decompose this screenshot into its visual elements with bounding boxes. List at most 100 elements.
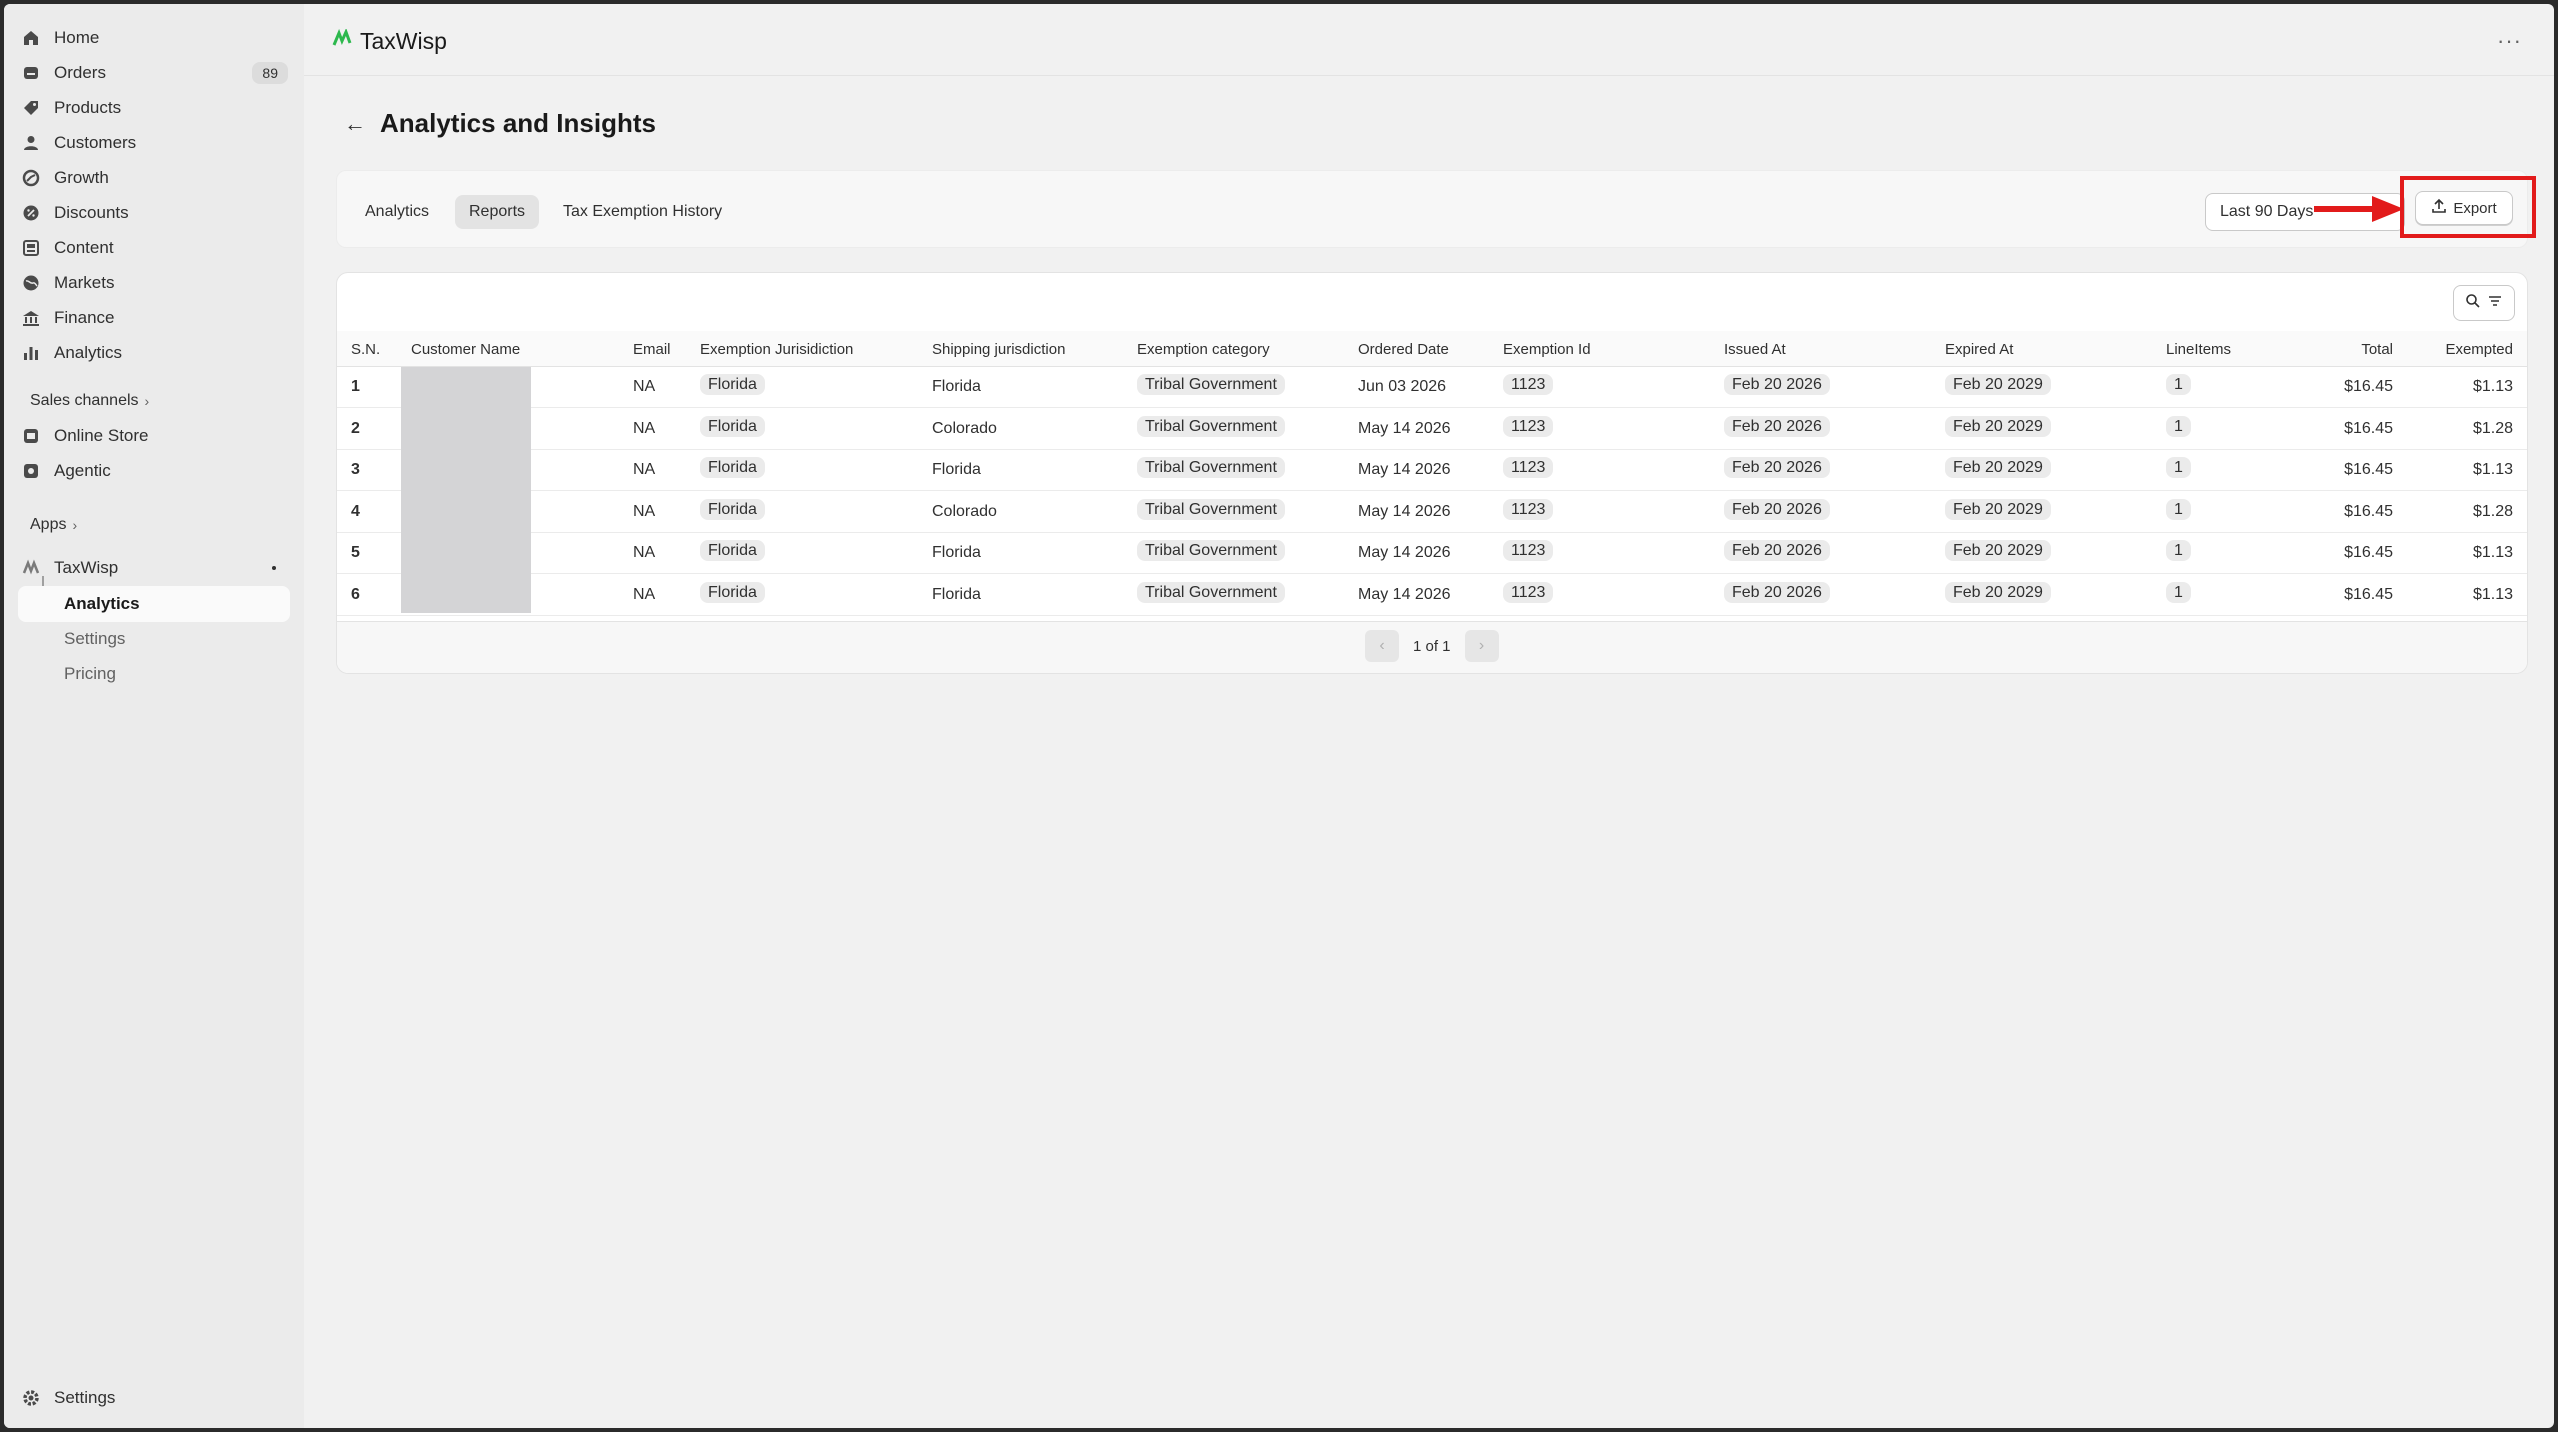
column-header[interactable]: Exemption Jurisidiction (700, 341, 853, 358)
cell-exempted: $1.28 (2472, 419, 2513, 437)
sidebar-item-taxwisp[interactable]: TaxWisp (22, 552, 294, 584)
column-header[interactable]: Exemption Id (1503, 341, 1591, 358)
table-row[interactable]: 3 NA Florida Florida Tribal Government May 14… (337, 450, 2527, 491)
badge: Feb 20 2029 (1945, 540, 2051, 561)
sidebar-item-label: Settings (54, 1388, 116, 1407)
badge: Feb 20 2026 (1724, 581, 1830, 603)
previous-page-button[interactable]: ‹ (1365, 630, 1399, 662)
cell-exemption-id: 1123 (1503, 581, 1554, 603)
sidebar-subitem-analytics[interactable]: Analytics (64, 594, 140, 614)
sidebar-item-discounts[interactable]: Discounts (22, 197, 294, 229)
badge: 1 (2166, 457, 2191, 478)
sidebar-item-label: Agentic (54, 461, 111, 480)
column-header[interactable]: Issued At (1724, 341, 1786, 358)
taxwisp-logo-icon (22, 559, 40, 577)
chevron-right-icon: › (144, 393, 150, 409)
sidebar-item-orders[interactable]: Orders 89 (22, 57, 294, 89)
cell-exemption-id: 1123 (1503, 415, 1554, 437)
app-window: Home Orders 89 Products Customers Growth… (4, 4, 2554, 1428)
column-header[interactable]: LineItems (2166, 341, 2231, 358)
chevron-left-icon: ‹ (1379, 637, 1385, 654)
sidebar-item-finance[interactable]: Finance (22, 302, 294, 334)
pagination-bar: ‹ 1 of 1 › (337, 621, 2527, 673)
growth-icon (22, 169, 40, 187)
cell-total: $16.45 (2344, 585, 2393, 603)
tab-reports[interactable]: Reports (455, 195, 540, 229)
cell-shipping: Colorado (932, 419, 997, 437)
table-row[interactable]: 5 NA Florida Florida Tribal Government May 14… (337, 533, 2527, 574)
sidebar-item-products[interactable]: Products (22, 92, 294, 124)
store-icon (22, 427, 40, 445)
cell-line-items: 1 (2166, 415, 2191, 437)
cell-exempted: $1.28 (2472, 502, 2513, 520)
sidebar-subitem-pricing[interactable]: Pricing (64, 664, 116, 684)
cell-expired: Feb 20 2029 (1945, 581, 2051, 603)
cell-total: $16.45 (2344, 502, 2393, 520)
app-header: TaxWisp ··· (304, 4, 2554, 76)
more-options-icon[interactable]: ··· (2497, 28, 2522, 54)
reports-table-card: S.N. Customer Name Email Exemption Juris… (336, 272, 2528, 674)
cell-exempted: $1.13 (2472, 461, 2513, 478)
tab-analytics[interactable]: Analytics (351, 195, 443, 229)
cell-expired: Feb 20 2029 (1945, 457, 2051, 478)
badge: 1 (2166, 374, 2191, 395)
column-header[interactable]: Exempted (2445, 341, 2513, 358)
next-page-button[interactable]: › (1464, 630, 1499, 662)
sidebar-item-agentic[interactable]: Agentic (22, 455, 294, 487)
cell-total: $16.45 (2344, 544, 2393, 561)
cell-email: NA (633, 544, 656, 561)
cell-sn: 5 (351, 544, 360, 561)
badge: 1 (2166, 581, 2191, 603)
sales-channels-header[interactable]: Sales channels › (30, 392, 149, 410)
badge: Feb 20 2029 (1945, 457, 2051, 478)
sidebar-item-customers[interactable]: Customers (22, 127, 294, 159)
cell-exemption-jurisdiction: Florida (700, 498, 765, 520)
column-header[interactable]: Email (633, 341, 671, 358)
column-header[interactable]: Expired At (1945, 341, 2013, 358)
cell-sn: 2 (351, 419, 360, 437)
cell-ordered: May 14 2026 (1358, 544, 1451, 561)
sidebar-item-growth[interactable]: Growth (22, 162, 294, 194)
cell-category: Tribal Government (1137, 498, 1285, 520)
cell-issued: Feb 20 2026 (1724, 498, 1830, 520)
back-arrow-icon[interactable]: ← (344, 111, 366, 137)
sidebar-item-content[interactable]: Content (22, 232, 294, 264)
badge: Florida (700, 581, 765, 603)
cell-issued: Feb 20 2026 (1724, 374, 1830, 395)
sidebar-item-online-store[interactable]: Online Store (22, 420, 294, 452)
cell-category: Tribal Government (1137, 581, 1285, 603)
sidebar-item-analytics[interactable]: Analytics (22, 337, 294, 369)
table-row[interactable]: 4 NA Florida Colorado Tribal Government May 1… (337, 492, 2527, 533)
badge: 1123 (1503, 374, 1554, 395)
table-row[interactable]: 2 NA Florida Colorado Tribal Government May 1… (337, 409, 2527, 450)
cell-email: NA (633, 502, 656, 520)
sidebar-item-home[interactable]: Home (22, 22, 294, 54)
badge: Feb 20 2026 (1724, 498, 1830, 520)
cell-line-items: 1 (2166, 581, 2191, 603)
column-header[interactable]: Exemption category (1137, 341, 1270, 358)
apps-header[interactable]: Apps › (30, 516, 77, 534)
cell-sn: 3 (351, 461, 360, 478)
globe-icon (22, 274, 40, 292)
search-filter-button[interactable] (2453, 285, 2515, 321)
cell-expired: Feb 20 2029 (1945, 415, 2051, 437)
cell-sn: 1 (351, 378, 360, 395)
cell-issued: Feb 20 2026 (1724, 581, 1830, 603)
table-row[interactable]: 6 NA Florida Florida Tribal Government May 14… (337, 575, 2527, 616)
cell-category: Tribal Government (1137, 415, 1285, 437)
cell-issued: Feb 20 2026 (1724, 457, 1830, 478)
column-header[interactable]: Total (2361, 341, 2393, 358)
column-header[interactable]: Shipping jurisdiction (932, 341, 1065, 358)
sidebar-item-settings[interactable]: Settings (22, 1382, 294, 1414)
column-header[interactable]: Ordered Date (1358, 341, 1449, 358)
cell-exempted: $1.13 (2472, 585, 2513, 603)
column-header[interactable]: S.N. (351, 341, 380, 358)
sidebar-item-markets[interactable]: Markets (22, 267, 294, 299)
brand: TaxWisp (332, 27, 447, 55)
table-row[interactable]: 1 NA Florida Florida Tribal Government Jun 03… (337, 367, 2527, 408)
cell-expired: Feb 20 2029 (1945, 498, 2051, 520)
sidebar-subitem-settings[interactable]: Settings (64, 629, 125, 649)
column-header[interactable]: Customer Name (411, 341, 520, 358)
tab-tax-exemption-history[interactable]: Tax Exemption History (549, 195, 736, 229)
cell-ordered: May 14 2026 (1358, 585, 1451, 603)
